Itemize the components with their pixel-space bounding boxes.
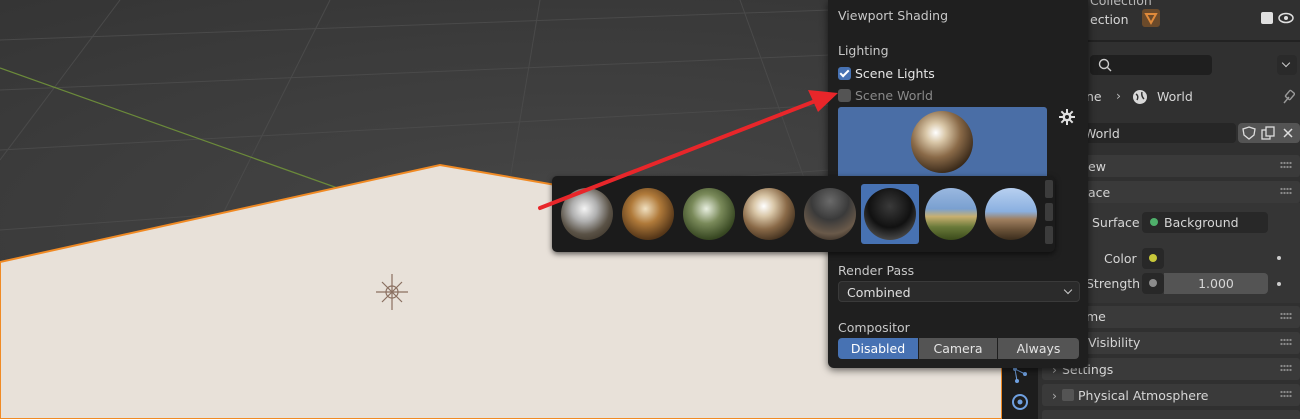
annotation-arrow xyxy=(538,90,838,210)
